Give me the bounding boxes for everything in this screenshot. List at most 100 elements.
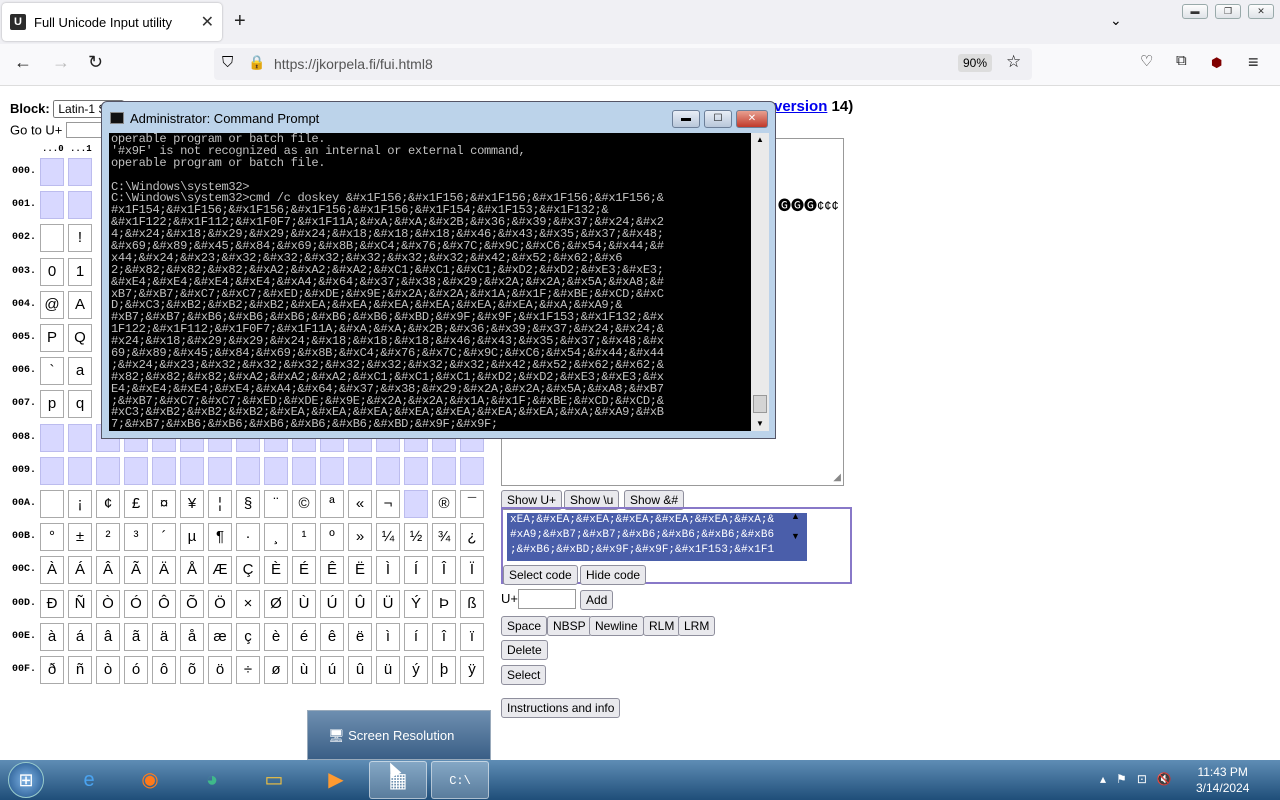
char-cell[interactable]: ¼ [376, 523, 400, 552]
char-cell[interactable]: Ø [264, 589, 288, 618]
char-cell[interactable]: Ã [124, 556, 148, 585]
char-cell[interactable] [236, 456, 260, 485]
char-cell[interactable]: â [96, 622, 120, 651]
char-cell[interactable]: Q [68, 324, 92, 352]
char-cell[interactable]: ÿ [460, 656, 484, 684]
char-cell[interactable]: × [236, 589, 260, 618]
char-cell[interactable]: Î [432, 556, 456, 585]
bookmark-star-icon[interactable]: ☆ [1006, 52, 1021, 72]
char-cell[interactable]: Ì [376, 556, 400, 585]
char-cell[interactable]: ¦ [208, 490, 232, 518]
restore-window-icon[interactable]: ❐ [1215, 4, 1241, 19]
char-cell[interactable]: ¾ [432, 523, 456, 552]
char-cell[interactable]: Þ [432, 589, 456, 618]
char-cell[interactable]: ¨ [264, 490, 288, 518]
char-cell[interactable]: ñ [68, 656, 92, 684]
char-cell[interactable]: « [348, 490, 372, 518]
char-cell[interactable]: é [292, 622, 316, 651]
char-cell[interactable]: ³ [124, 523, 148, 552]
char-cell[interactable]: ú [320, 656, 344, 684]
char-cell[interactable]: ¬ [376, 490, 400, 518]
char-cell[interactable]: Â [96, 556, 120, 585]
char-cell[interactable]: Õ [180, 589, 204, 618]
char-cell[interactable]: p [40, 390, 64, 419]
volume-icon[interactable]: 🔇 [1157, 772, 1172, 786]
add-button[interactable]: Add [580, 590, 614, 610]
char-cell[interactable]: Æ [208, 556, 232, 585]
char-cell[interactable] [96, 456, 120, 485]
char-cell[interactable]: æ [208, 622, 232, 651]
char-cell[interactable]: Ñ [68, 589, 92, 618]
char-cell[interactable]: ð [40, 656, 64, 684]
cmd-scroll-up-icon[interactable]: ▲ [756, 135, 764, 144]
char-cell[interactable] [152, 456, 176, 485]
version-link[interactable]: version [774, 98, 827, 115]
cmd-window[interactable]: Administrator: Command Prompt ▬ ☐ ✕ oper… [101, 101, 776, 439]
cmd-titlebar[interactable]: Administrator: Command Prompt [110, 107, 319, 129]
code-textarea[interactable]: xEA;&#xEA;&#xEA;&#xEA;&#xEA;&#xEA;&#xA;&… [507, 513, 807, 561]
char-cell[interactable]: @ [40, 290, 64, 319]
char-cell[interactable] [264, 456, 288, 485]
lock-icon[interactable]: 🔒 [248, 54, 265, 71]
taskbar-thumbnail-popup[interactable]: 🖥 Screen Resolution [307, 710, 491, 760]
char-cell[interactable]: ¸ [264, 523, 288, 552]
char-cell[interactable] [376, 456, 400, 485]
space-button[interactable]: Space [501, 616, 548, 636]
ublock-icon[interactable]: ⬢ [1211, 55, 1222, 71]
code-scroll-up-icon[interactable]: ▲ [791, 511, 800, 521]
char-cell[interactable] [404, 490, 428, 518]
start-button[interactable]: ⊞ [8, 762, 44, 798]
char-cell[interactable]: ` [40, 357, 64, 386]
char-cell[interactable]: ø [264, 656, 288, 684]
hide-code-button[interactable]: Hide code [580, 565, 647, 585]
char-cell[interactable] [180, 456, 204, 485]
shield-icon[interactable]: ⛉ [222, 54, 233, 71]
char-cell[interactable] [348, 456, 372, 485]
char-cell[interactable]: º [320, 523, 344, 552]
char-cell[interactable] [124, 456, 148, 485]
char-cell[interactable] [40, 490, 64, 518]
char-cell[interactable]: q [68, 390, 92, 419]
new-tab-icon[interactable]: + [234, 10, 246, 33]
char-cell[interactable] [40, 456, 64, 485]
cmd-taskbar-icon[interactable]: C:\ [431, 761, 489, 799]
char-cell[interactable]: ¢ [96, 490, 120, 518]
char-cell[interactable]: ¤ [152, 490, 176, 518]
char-cell[interactable]: ± [68, 523, 92, 552]
char-cell[interactable]: ¥ [180, 490, 204, 518]
char-cell[interactable] [68, 423, 92, 452]
back-icon[interactable]: ← [14, 52, 32, 73]
char-cell[interactable]: A [68, 290, 92, 319]
char-cell[interactable] [320, 456, 344, 485]
list-tabs-icon[interactable]: ⌄ [1110, 12, 1122, 29]
char-cell[interactable]: Å [180, 556, 204, 585]
pocket-icon[interactable]: ♡ [1140, 52, 1153, 70]
char-cell[interactable]: Ï [460, 556, 484, 585]
char-cell[interactable]: © [292, 490, 316, 518]
char-cell[interactable]: ù [292, 656, 316, 684]
reload-icon[interactable]: ↻ [88, 52, 103, 73]
lrm-button[interactable]: LRM [678, 616, 716, 636]
char-cell[interactable] [68, 158, 92, 186]
char-cell[interactable]: Ö [208, 589, 232, 618]
network-icon[interactable]: ⊡ [1137, 772, 1147, 786]
char-cell[interactable]: ¶ [208, 523, 232, 552]
char-cell[interactable]: ¯ [460, 490, 484, 518]
char-cell[interactable]: ä [152, 622, 176, 651]
zoom-indicator[interactable]: 90% [958, 54, 993, 72]
select-button[interactable]: Select [501, 665, 547, 685]
cmd-maximize-icon[interactable]: ☐ [704, 110, 732, 128]
cmd-scroll-down-icon[interactable]: ▼ [756, 419, 764, 428]
char-cell[interactable]: Ü [376, 589, 400, 618]
media-player-icon[interactable]: ▶ [307, 761, 365, 799]
char-cell[interactable] [40, 191, 64, 220]
char-cell[interactable]: Ô [152, 589, 176, 618]
char-cell[interactable]: û [348, 656, 372, 684]
char-cell[interactable] [68, 456, 92, 485]
char-cell[interactable]: Ë [348, 556, 372, 585]
char-cell[interactable]: ÷ [236, 656, 260, 684]
forward-icon[interactable]: → [52, 52, 70, 73]
char-cell[interactable]: ® [432, 490, 456, 518]
newline-button[interactable]: Newline [589, 616, 644, 636]
char-cell[interactable]: a [68, 357, 92, 386]
